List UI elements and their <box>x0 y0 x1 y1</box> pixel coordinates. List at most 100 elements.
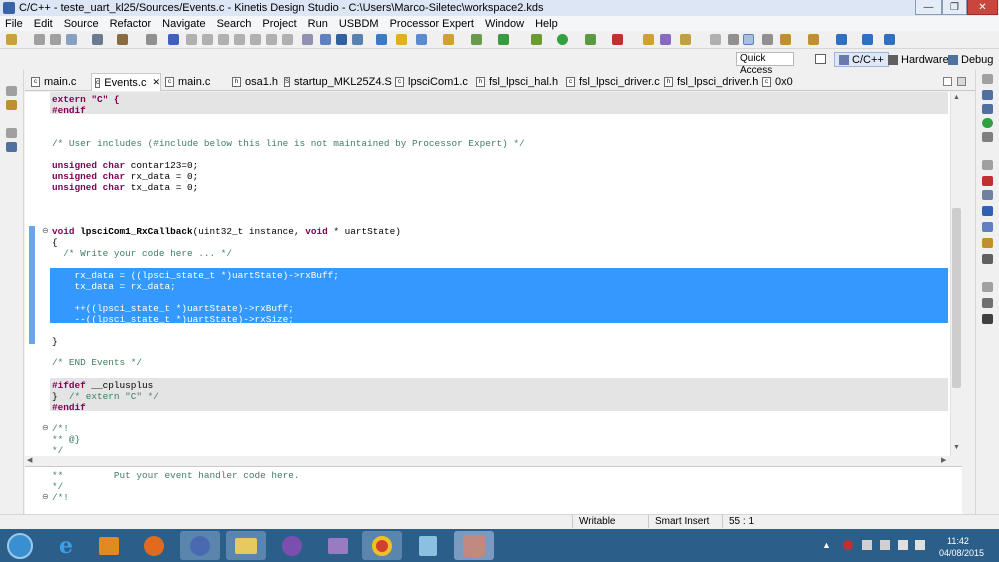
tab-fsl-lpsci-driver-c[interactable]: c fsl_lpsci_driver.c <box>563 73 668 91</box>
open-folder-icon[interactable] <box>443 34 454 45</box>
terminal-icon[interactable] <box>982 314 993 324</box>
disconnect-icon[interactable] <box>234 34 245 45</box>
memory-icon[interactable] <box>352 34 363 45</box>
components-icon[interactable] <box>982 104 993 114</box>
menu-usbdm[interactable]: USBDM <box>339 18 379 30</box>
fold-icon[interactable]: ⊖ <box>42 423 49 432</box>
restore-icon[interactable] <box>6 128 17 138</box>
menu-navigate[interactable]: Navigate <box>162 18 205 30</box>
debug-view-icon[interactable] <box>320 34 331 45</box>
build-settings-icon[interactable] <box>92 34 103 45</box>
bottom-editor-pane[interactable]: ** Put your event handler code here. */ … <box>25 466 962 514</box>
taskbar-kinetis-design-studio[interactable] <box>454 531 494 560</box>
external-tools-icon[interactable] <box>585 34 596 45</box>
terminate-icon[interactable] <box>218 34 229 45</box>
tab-startup-s[interactable]: S startup_MKL25Z4.S <box>281 73 392 91</box>
start-button[interactable] <box>2 531 38 560</box>
perspective-cpp[interactable]: C/C++ <box>834 52 889 67</box>
tab-close-icon[interactable]: ✕ <box>152 77 160 88</box>
suspend-icon[interactable] <box>202 34 213 45</box>
resume-icon[interactable] <box>186 34 197 45</box>
restore-icon[interactable] <box>982 282 993 292</box>
new-class-icon[interactable] <box>471 34 482 45</box>
console-icon[interactable] <box>982 206 993 216</box>
taskbar-viber[interactable] <box>272 531 312 560</box>
outline-view-icon[interactable] <box>982 90 993 100</box>
antivirus-tray-icon[interactable] <box>843 540 853 550</box>
search-tool-icon[interactable] <box>680 34 691 45</box>
progress-icon[interactable] <box>982 254 993 264</box>
scroll-up-icon[interactable]: ▲ <box>953 94 960 101</box>
scroll-thumb[interactable] <box>952 208 961 388</box>
tray-date[interactable]: 04/08/2015 <box>939 548 984 558</box>
new-project-icon[interactable] <box>416 34 427 45</box>
restore-icon[interactable] <box>6 86 17 96</box>
run-icon[interactable] <box>557 34 568 45</box>
build-icon[interactable] <box>117 34 128 45</box>
taskbar-file-explorer[interactable] <box>226 531 266 560</box>
new-icon[interactable] <box>6 34 17 45</box>
open-element-icon[interactable] <box>660 34 671 45</box>
volume-icon[interactable] <box>915 540 925 550</box>
step-over-icon[interactable] <box>266 34 277 45</box>
target-status-icon[interactable] <box>982 118 993 128</box>
skip-breakpoints-icon[interactable] <box>168 34 179 45</box>
refresh-icon[interactable] <box>498 34 509 45</box>
menu-search[interactable]: Search <box>217 18 252 30</box>
scroll-left-icon[interactable]: ◀ <box>27 456 32 464</box>
tab-lpscicom1-c[interactable]: c lpsciCom1.c <box>392 73 476 91</box>
search-view-icon[interactable] <box>982 238 993 248</box>
taskbar-chrome[interactable] <box>362 531 402 560</box>
save-icon[interactable] <box>34 34 45 45</box>
step-into-icon[interactable] <box>250 34 261 45</box>
quick-access-input[interactable]: Quick Access <box>736 52 794 76</box>
tray-time[interactable]: 11:42 <box>947 536 969 546</box>
scroll-right-icon[interactable]: ▶ <box>941 456 946 464</box>
minimize-editor-icon[interactable] <box>943 77 952 86</box>
fold-icon[interactable]: ⊖ <box>42 226 49 235</box>
tab-events-c[interactable]: c Events.c ✕ <box>91 73 161 91</box>
taskbar-notepad[interactable] <box>408 531 448 560</box>
prev-annotation-icon[interactable] <box>808 34 819 45</box>
debug-run-icon[interactable] <box>531 34 542 45</box>
instruction-step-icon[interactable] <box>302 34 313 45</box>
show-marks-icon[interactable] <box>762 34 773 45</box>
tab-main-c-2[interactable]: c main.c <box>162 73 224 91</box>
project-explorer-icon[interactable] <box>6 100 17 110</box>
taskbar-firefox[interactable] <box>134 531 174 560</box>
restore-icon[interactable] <box>982 74 993 84</box>
memory-view-icon[interactable] <box>982 298 993 308</box>
tab-fsl-lpsci-driver-h[interactable]: h fsl_lpsci_driver.h <box>661 73 766 91</box>
show-whitespace-icon[interactable] <box>728 34 739 45</box>
problems-icon[interactable] <box>982 176 993 186</box>
tray-expand-icon[interactable]: ▲ <box>822 540 831 550</box>
next-annotation-icon[interactable] <box>780 34 791 45</box>
toggle-icon[interactable] <box>710 34 721 45</box>
scroll-down-icon[interactable]: ▼ <box>953 444 960 451</box>
tab-fsl-lpsci-hal-h[interactable]: h fsl_lpsci_hal.h <box>473 73 563 91</box>
back-icon[interactable] <box>862 34 873 45</box>
taskbar-media-player[interactable] <box>89 531 129 560</box>
block-selection-icon[interactable] <box>743 34 754 45</box>
taskbar-thunderbird[interactable] <box>180 531 220 560</box>
tasks-icon[interactable] <box>982 190 993 200</box>
target-icon[interactable] <box>336 34 347 45</box>
menu-edit[interactable]: Edit <box>34 18 53 30</box>
open-type-icon[interactable] <box>643 34 654 45</box>
menu-processor-expert[interactable]: Processor Expert <box>390 18 474 30</box>
code-editor[interactable]: extern "C" { #endif /* User includes (#i… <box>25 92 950 456</box>
close-button[interactable]: ✕ <box>967 0 998 15</box>
menu-file[interactable]: File <box>5 18 23 30</box>
tab-main-c[interactable]: c main.c <box>28 73 90 91</box>
restore-icon[interactable] <box>982 160 993 170</box>
vertical-scrollbar[interactable]: ▲ ▼ <box>950 92 962 456</box>
step-return-icon[interactable] <box>282 34 293 45</box>
menu-window[interactable]: Window <box>485 18 524 30</box>
print-icon[interactable] <box>66 34 77 45</box>
menu-run[interactable]: Run <box>308 18 328 30</box>
lightbulb-icon[interactable] <box>396 34 407 45</box>
restore-button[interactable]: ❐ <box>942 0 967 15</box>
inspector-icon[interactable] <box>982 132 993 142</box>
menu-source[interactable]: Source <box>64 18 99 30</box>
network-icon[interactable] <box>898 540 908 550</box>
